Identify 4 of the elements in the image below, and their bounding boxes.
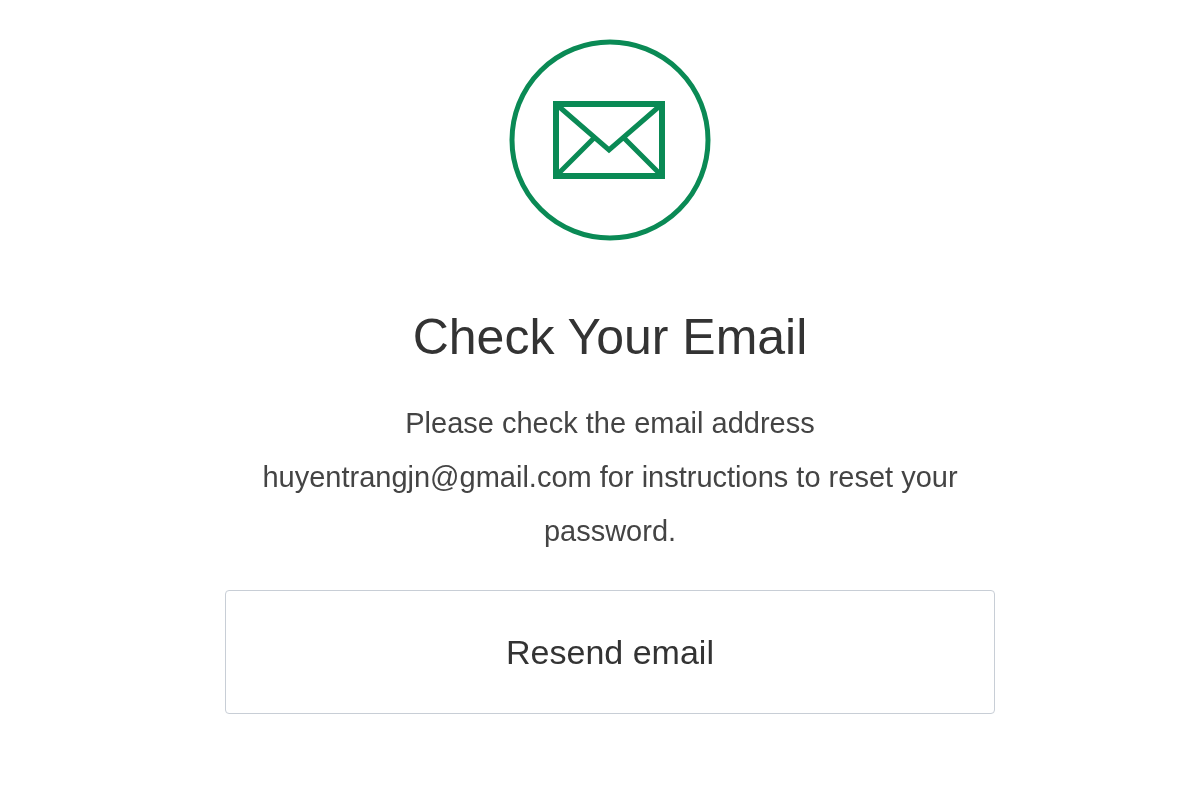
instructions-text: Please check the email address huyentrangjn@gmail.com for instructions to reset your password. bbox=[261, 406, 959, 549]
resend-email-button[interactable]: Resend email bbox=[225, 590, 995, 714]
page-title: Check Your Email bbox=[412, 308, 808, 367]
envelope-icon bbox=[508, 38, 712, 242]
